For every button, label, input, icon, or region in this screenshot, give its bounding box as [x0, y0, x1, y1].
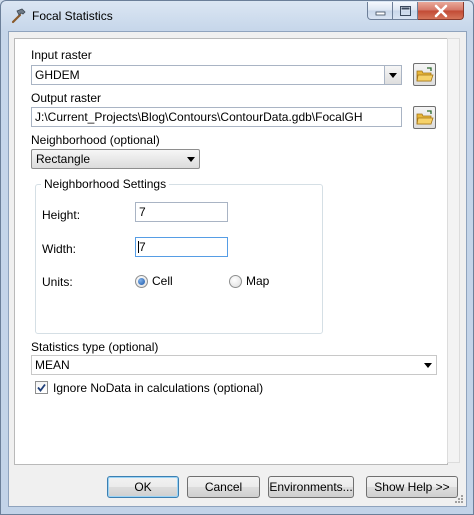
input-raster-browse-button[interactable]: [413, 63, 436, 86]
open-folder-icon: [416, 67, 434, 82]
minimize-icon: [375, 11, 386, 16]
output-raster-label: Output raster: [31, 91, 102, 105]
units-cell-label[interactable]: Cell: [152, 274, 173, 288]
units-cell-radio[interactable]: [135, 275, 148, 288]
height-value: 7: [139, 205, 146, 219]
width-value: 7: [139, 240, 146, 254]
ignore-nodata-checkbox[interactable]: [35, 381, 48, 394]
input-raster-label: Input raster: [31, 48, 92, 62]
show-help-button[interactable]: Show Help >>: [366, 476, 458, 498]
statistics-type-value: MEAN: [35, 358, 70, 372]
chevron-down-icon: [187, 157, 195, 162]
dialog-window: Focal Statistics Input raster GHDEM Outp…: [0, 0, 474, 515]
dialog-client-area: Input raster GHDEM Output raster J:\Curr…: [8, 31, 467, 507]
neighborhood-settings-group: Neighborhood Settings Height: 7 Width: 7…: [35, 177, 323, 334]
statistics-type-select[interactable]: MEAN: [31, 355, 437, 375]
height-label: Height:: [42, 208, 81, 222]
width-input[interactable]: 7: [135, 237, 228, 257]
maximize-icon: [400, 6, 411, 16]
neighborhood-label: Neighborhood (optional): [31, 133, 160, 147]
title-bar[interactable]: Focal Statistics: [1, 1, 473, 31]
units-map-radio[interactable]: [229, 275, 242, 288]
output-raster-value: J:\Current_Projects\Blog\Contours\Contou…: [35, 110, 363, 124]
width-label: Width:: [42, 242, 77, 256]
panel-scrollbar[interactable]: [447, 38, 460, 463]
units-label: Units:: [42, 275, 73, 289]
statistics-type-label: Statistics type (optional): [31, 340, 159, 354]
environments-button[interactable]: Environments...: [268, 476, 354, 498]
window-title: Focal Statistics: [32, 9, 113, 23]
chevron-down-icon: [389, 73, 397, 78]
open-folder-icon: [416, 110, 434, 125]
input-raster-dropdown[interactable]: [384, 66, 401, 84]
input-raster-combo[interactable]: GHDEM: [31, 65, 402, 85]
close-icon: [434, 4, 448, 18]
text-caret: [138, 241, 139, 253]
neighborhood-select[interactable]: Rectangle: [31, 149, 200, 169]
units-map-label[interactable]: Map: [246, 274, 269, 288]
close-button[interactable]: [418, 2, 464, 20]
chevron-down-icon: [424, 363, 432, 368]
hammer-icon: [10, 8, 26, 24]
neighborhood-settings-title: Neighborhood Settings: [41, 177, 170, 191]
ok-button[interactable]: OK: [107, 476, 179, 498]
cancel-button[interactable]: Cancel: [187, 476, 260, 498]
checkmark-icon: [37, 383, 46, 392]
neighborhood-value: Rectangle: [36, 152, 91, 166]
output-raster-browse-button[interactable]: [413, 106, 436, 129]
resize-grip-icon[interactable]: [454, 494, 464, 504]
ignore-nodata-label[interactable]: Ignore NoData in calculations (optional): [53, 381, 263, 395]
parameters-panel: Input raster GHDEM Output raster J:\Curr…: [14, 38, 448, 465]
input-raster-value: GHDEM: [35, 68, 80, 82]
output-raster-input[interactable]: J:\Current_Projects\Blog\Contours\Contou…: [31, 107, 402, 127]
maximize-button[interactable]: [393, 2, 418, 20]
minimize-button[interactable]: [367, 2, 393, 20]
height-input[interactable]: 7: [135, 202, 228, 222]
